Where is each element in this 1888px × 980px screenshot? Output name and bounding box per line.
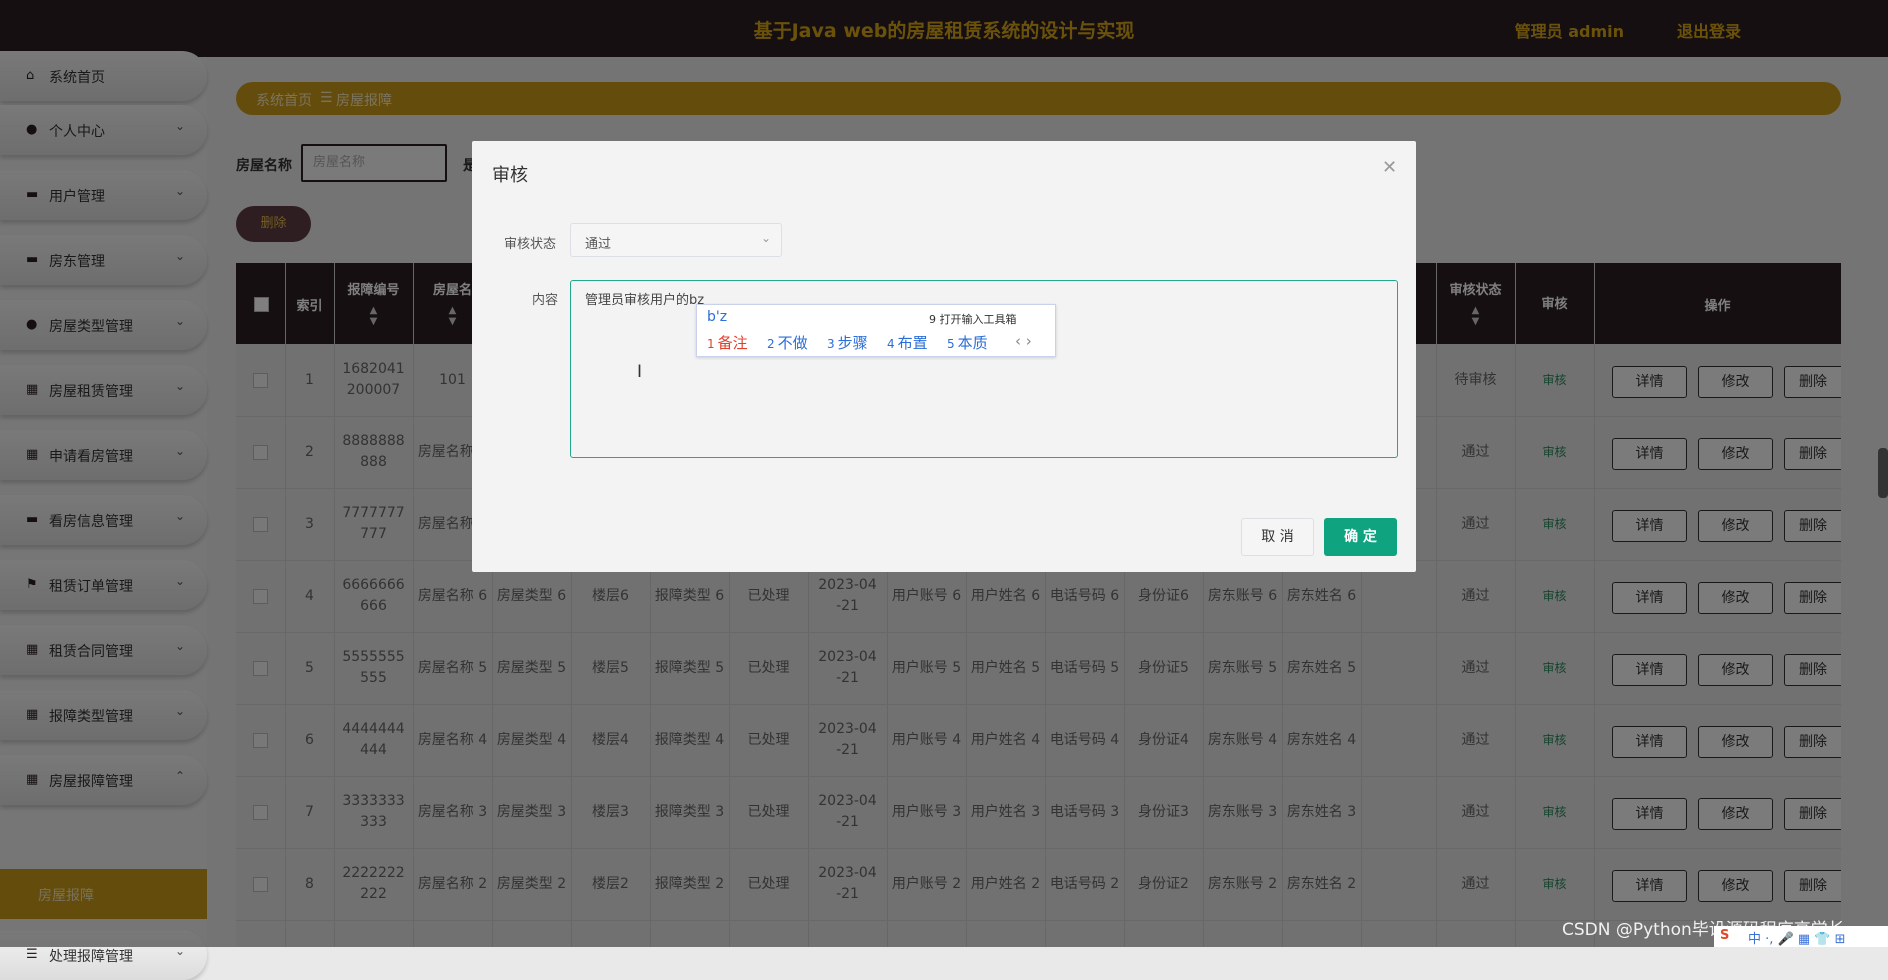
content-value: 管理员审核用户的bz bbox=[585, 293, 705, 308]
close-icon[interactable]: ✕ bbox=[1382, 157, 1397, 178]
chevron-down-icon: ⌄ bbox=[760, 231, 771, 245]
audit-status-select[interactable]: 通过 ⌄ bbox=[570, 223, 782, 257]
sidebar-item-label: 处理报障管理 bbox=[49, 949, 133, 965]
confirm-button[interactable]: 确 定 bbox=[1324, 518, 1397, 556]
cancel-button[interactable]: 取 消 bbox=[1241, 518, 1314, 556]
ime-candidate[interactable]: 1 备注 bbox=[707, 332, 748, 353]
ime-toolbox-link[interactable]: 9 打开输入工具箱 bbox=[929, 311, 1017, 327]
ime-page-arrows[interactable]: ‹ › bbox=[1015, 332, 1032, 350]
ime-candidate[interactable]: 4 布置 bbox=[887, 332, 928, 353]
ime-candidate[interactable]: 2 不做 bbox=[767, 332, 808, 353]
ime-candidate[interactable]: 5 本质 bbox=[947, 332, 988, 353]
page-scrollbar[interactable] bbox=[1878, 448, 1888, 498]
ime-candidate-popup: b'z 9 打开输入工具箱 1 备注 2 不做 3 步骤 4 布置 5 本质 ‹ › bbox=[696, 304, 1056, 357]
ime-status[interactable]: 中 ·, 🎤 ▦ 👕 ⊞ bbox=[1748, 928, 1845, 947]
audit-status-label: 审核状态 bbox=[504, 237, 557, 252]
audit-status-value: 通过 bbox=[585, 237, 612, 252]
system-tray: S 中 ·, 🎤 ▦ 👕 ⊞ bbox=[1714, 926, 1888, 947]
ime-candidate[interactable]: 3 步骤 bbox=[827, 332, 868, 353]
sliders-icon: ☰ bbox=[26, 947, 38, 962]
dialog-title: 审核 bbox=[492, 165, 528, 186]
ime-composition: b'z bbox=[707, 309, 728, 325]
content-label: 内容 bbox=[532, 293, 559, 308]
text-cursor-icon: I bbox=[637, 362, 643, 382]
audit-dialog: 审核 ✕ 审核状态 通过 ⌄ 内容 管理员审核用户的bz b'z 9 打开输入工… bbox=[472, 141, 1416, 572]
ime-logo-icon: S bbox=[1720, 928, 1730, 943]
